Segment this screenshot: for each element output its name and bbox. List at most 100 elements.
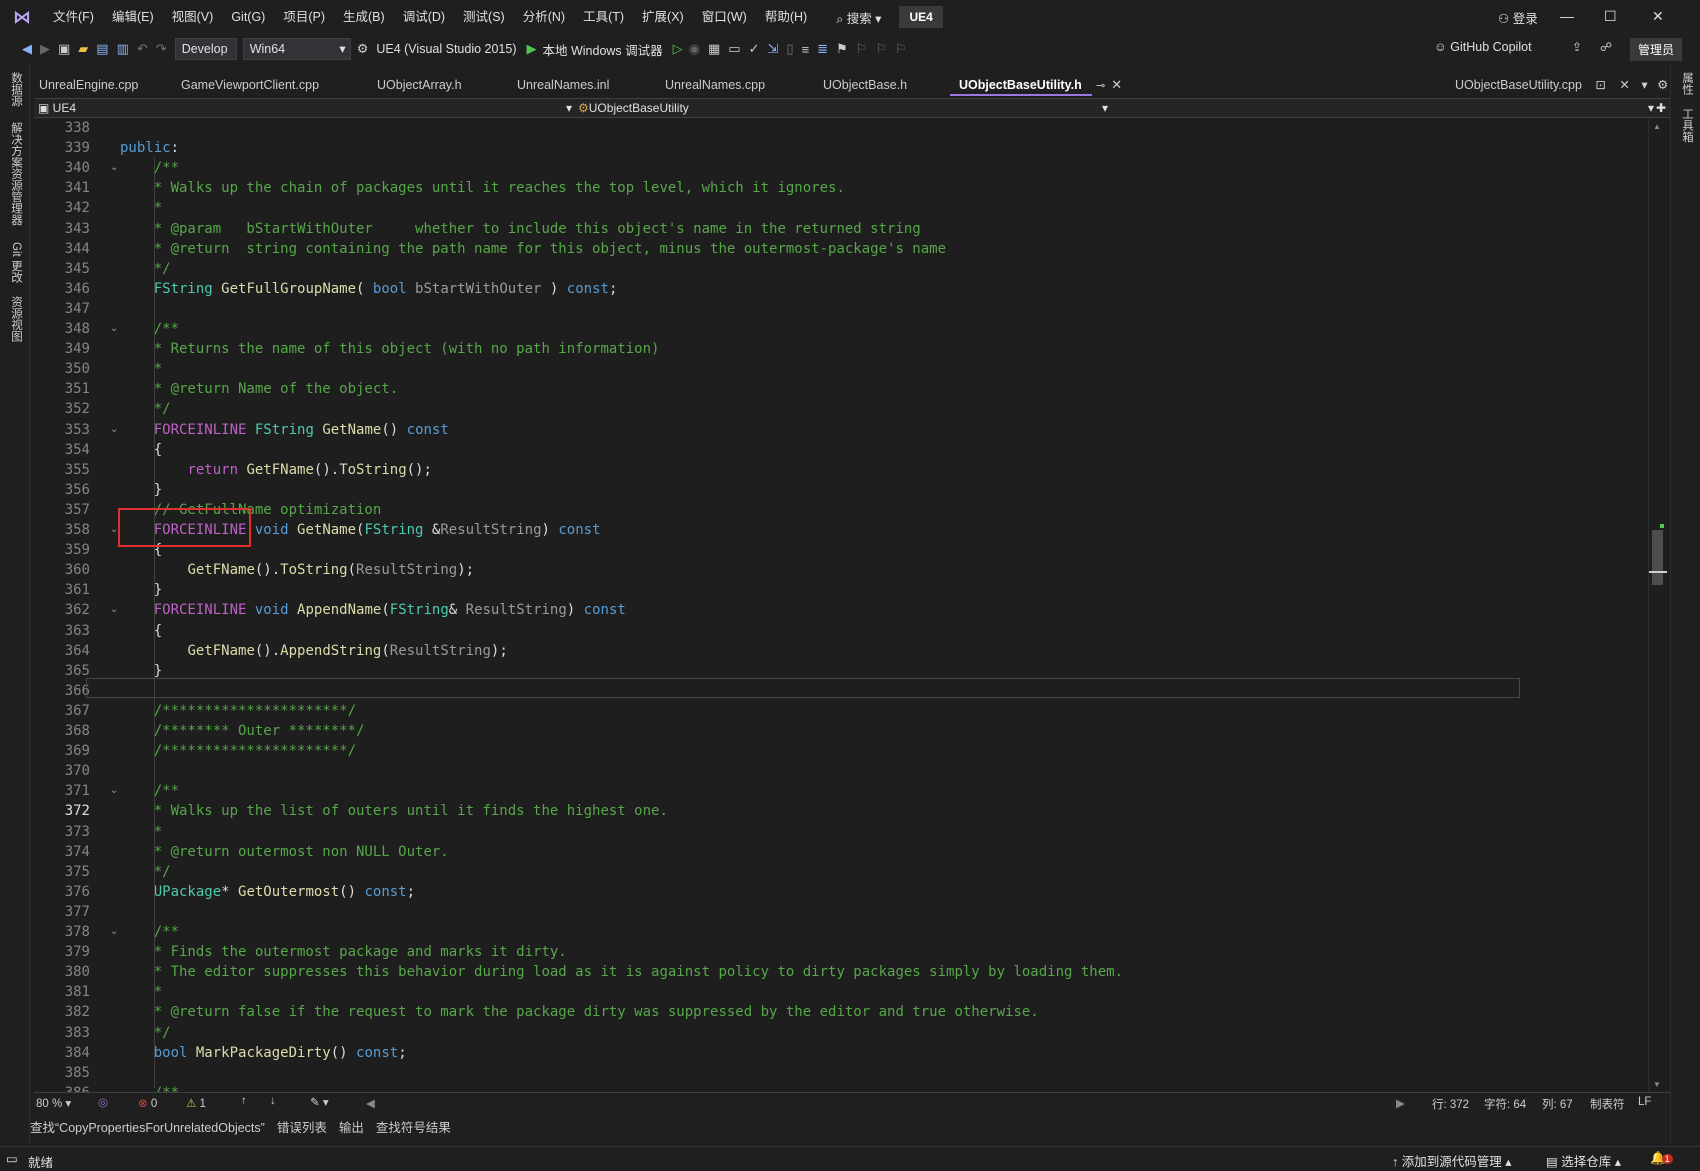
tab-uobjectbaseutility-h[interactable]: UObjectBaseUtility.h [950, 74, 1092, 96]
code-line[interactable]: return GetFName().ToString(); [120, 460, 431, 480]
redo-icon[interactable]: ↷ [156, 41, 167, 57]
code-line[interactable]: UPackage* GetOutermost() const; [120, 882, 415, 902]
intellicode-icon[interactable]: ◎ [98, 1095, 108, 1109]
left-tab-solution-explorer[interactable]: 解决方案资源管理器 [8, 122, 24, 226]
menu-item[interactable]: 窗口(W) [693, 0, 756, 34]
code-line[interactable]: public: [120, 138, 179, 158]
code-line[interactable]: /** [120, 319, 179, 339]
github-copilot-button[interactable]: ☺ GitHub Copilot [1434, 40, 1532, 54]
pin-icon[interactable]: ⊸ [1096, 79, 1105, 92]
close-preview-icon[interactable]: ✕ [1619, 78, 1629, 92]
share-icon[interactable]: ⇪ [1572, 40, 1582, 54]
fold-toggle-icon[interactable]: ⌄ [110, 1083, 118, 1092]
code-line[interactable]: /**********************/ [120, 741, 356, 761]
spell-check-icon[interactable]: ✓ [749, 41, 760, 57]
menu-item[interactable]: 帮助(H) [756, 0, 816, 34]
menu-item[interactable]: Git(G) [222, 0, 274, 34]
fold-toggle-icon[interactable]: ⌄ [110, 781, 118, 801]
add-to-source-control-button[interactable]: ↑ 添加到源代码管理 ▴ [1392, 1151, 1512, 1170]
warnings-indicator[interactable]: ⚠ 1 [186, 1096, 206, 1110]
code-line[interactable]: * [120, 822, 162, 842]
keep-open-icon[interactable]: ⊡ [1595, 78, 1605, 92]
hscroll-left-icon[interactable]: ◀ [366, 1096, 375, 1110]
hscroll-right-icon[interactable]: ▶ [1396, 1096, 1405, 1110]
new-project-icon[interactable]: ▣ [58, 41, 70, 57]
start-debug-icon[interactable]: ▶ [527, 41, 537, 57]
indent-icon[interactable]: ≡ [802, 42, 810, 57]
code-line[interactable]: * @param bStartWithOuter whether to incl… [120, 219, 921, 239]
code-line[interactable]: /** [120, 922, 179, 942]
code-line[interactable]: /** [120, 1083, 179, 1092]
menu-item[interactable]: 分析(N) [514, 0, 574, 34]
fold-toggle-icon[interactable]: ⌄ [110, 600, 118, 620]
left-tab-git-changes[interactable]: Git 更改 [8, 242, 24, 283]
tab-gameviewportclient-cpp[interactable]: GameViewportClient.cpp [172, 74, 368, 96]
notifications-icon[interactable]: 🔔1 [1650, 1151, 1673, 1166]
code-line[interactable]: FString GetFullGroupName( bool bStartWit… [120, 279, 618, 299]
clear-bookmarks-icon[interactable]: ⚐ [895, 41, 907, 57]
settings-icon[interactable]: ⚙ [1657, 78, 1668, 92]
code-line[interactable]: FORCEINLINE void AppendName(FString& Res… [120, 600, 626, 620]
menu-item[interactable]: 工具(T) [574, 0, 633, 34]
zoom-select[interactable]: 80 % ▾ [36, 1096, 92, 1110]
member-select[interactable]: ▾ [1114, 100, 1654, 116]
code-line[interactable]: */ [120, 862, 171, 882]
prev-bookmark-icon[interactable]: ⚐ [856, 41, 868, 57]
right-tab-toolbox[interactable]: 工具箱 [1679, 108, 1695, 143]
code-line[interactable]: GetFName().ToString(ResultString); [120, 560, 474, 580]
eol-indicator[interactable]: LF [1638, 1096, 1651, 1108]
code-line[interactable]: */ [120, 259, 171, 279]
code-line[interactable]: * Finds the outermost package and marks … [120, 942, 567, 962]
fold-toggle-icon[interactable]: ⌄ [110, 158, 118, 178]
code-line[interactable]: * Walks up the chain of packages until i… [120, 178, 845, 198]
scroll-up-icon[interactable]: ▲ [1653, 122, 1661, 131]
menu-item[interactable]: 调试(D) [394, 0, 454, 34]
comment-icon[interactable]: ▯ [786, 41, 793, 57]
scope-select[interactable]: ⚙UObjectBaseUtility ▾ [578, 100, 1108, 116]
code-line[interactable]: * @return outermost non NULL Outer. [120, 842, 449, 862]
open-file-icon[interactable]: ▰ [78, 41, 88, 57]
code-line[interactable]: /** [120, 781, 179, 801]
code-line[interactable]: * @return string containing the path nam… [120, 239, 946, 259]
startup-project-select[interactable]: UE4 (Visual Studio 2015) [376, 42, 516, 56]
back-icon[interactable]: ◀ [22, 41, 32, 57]
left-tab-resource-view[interactable]: 资源视图 [8, 296, 24, 342]
code-line[interactable]: } [120, 580, 162, 600]
code-line[interactable]: * [120, 982, 162, 1002]
fold-toggle-icon[interactable]: ⌄ [110, 922, 118, 942]
vertical-scrollbar[interactable]: ▲ ▼ [1648, 118, 1667, 1092]
tab-error-list[interactable]: 错误列表 [277, 1117, 327, 1137]
right-tab-properties[interactable]: 属性 [1679, 72, 1695, 95]
code-line[interactable]: * @return Name of the object. [120, 379, 398, 399]
code-line[interactable]: { [120, 440, 162, 460]
project-select[interactable]: ▣ UE4 ▾ [38, 100, 572, 116]
next-bookmark-icon[interactable]: ⚐ [875, 41, 887, 57]
tab-unrealnames-cpp[interactable]: UnrealNames.cpp [656, 74, 814, 96]
code-line[interactable]: * The editor suppresses this behavior du… [120, 962, 1123, 982]
maximize-icon[interactable]: ☐ [1604, 8, 1617, 25]
tab-unrealengine-cpp[interactable]: UnrealEngine.cpp [30, 74, 172, 96]
menu-item[interactable]: 视图(V) [163, 0, 223, 34]
tab-unrealnames-inl[interactable]: UnrealNames.inl [508, 74, 656, 96]
menu-item[interactable]: 项目(P) [274, 0, 334, 34]
menu-item[interactable]: 编辑(E) [103, 0, 163, 34]
code-line[interactable]: * [120, 359, 162, 379]
menu-item[interactable]: 测试(S) [454, 0, 514, 34]
tab-uobjectarray-h[interactable]: UObjectArray.h [368, 74, 508, 96]
save-icon[interactable]: ▤ [96, 41, 108, 57]
code-line[interactable]: } [120, 480, 162, 500]
code-line[interactable]: GetFName().AppendString(ResultString); [120, 641, 507, 661]
menu-item[interactable]: 文件(F) [44, 0, 103, 34]
configuration-select[interactable]: Develop [174, 38, 237, 60]
layout-icon[interactable]: ▭ [728, 41, 740, 57]
solution-explorer-icon[interactable]: ▦ [708, 41, 720, 57]
errors-indicator[interactable]: ⊗ 0 [138, 1096, 157, 1110]
step-icon[interactable]: ⇲ [768, 41, 779, 57]
hot-reload-icon[interactable]: ◉ [689, 41, 700, 57]
close-tab-icon[interactable]: ✕ [1111, 77, 1122, 93]
code-line[interactable]: /** [120, 158, 179, 178]
code-line[interactable]: */ [120, 399, 171, 419]
menu-item[interactable]: 生成(B) [334, 0, 394, 34]
minimize-icon[interactable]: — [1560, 8, 1574, 24]
code-line[interactable]: /******** Outer ********/ [120, 721, 365, 741]
